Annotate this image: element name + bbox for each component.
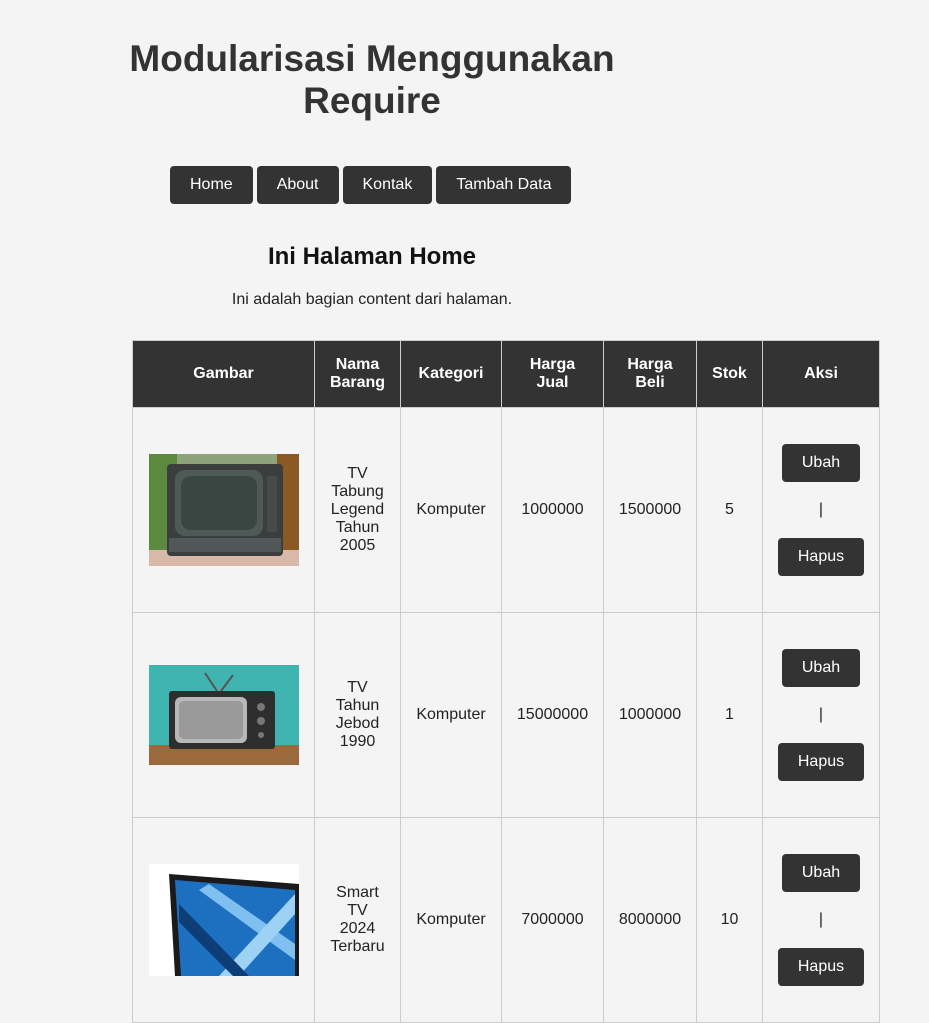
title-line-1: Modularisasi Menggunakan <box>129 38 615 79</box>
header-beli-line-1: Harga <box>627 356 673 373</box>
name-line: TV <box>347 465 368 482</box>
cell-nama-barang: TV Tahun Jebod 1990 <box>314 612 401 818</box>
name-line: Tahun <box>335 519 380 536</box>
header-gambar: Gambar <box>132 340 315 408</box>
name-line: 2024 <box>339 920 376 937</box>
name-line: Tabung <box>331 483 384 500</box>
header-jual-line-2: Jual <box>536 374 569 391</box>
header-beli-line-2: Beli <box>635 374 665 391</box>
cell-stok: 10 <box>696 817 763 1023</box>
cell-harga-jual: 1000000 <box>501 407 604 613</box>
header-nama-barang: Nama Barang <box>314 340 401 408</box>
cell-harga-jual: 15000000 <box>501 612 604 818</box>
header-kategori: Kategori <box>400 340 502 408</box>
product-table: Gambar Nama Barang Kategori Harga Jual Har… <box>132 340 880 1023</box>
crt-tv-image <box>148 454 299 566</box>
cell-kategori: Komputer <box>400 407 502 613</box>
retro-tv-image <box>148 665 299 765</box>
cell-kategori: Komputer <box>400 612 502 818</box>
nav-tambah-data-button[interactable]: Tambah Data <box>436 166 572 204</box>
header-aksi: Aksi <box>762 340 880 408</box>
ubah-button[interactable]: Ubah <box>781 444 861 482</box>
header-nama-line-1: Nama <box>335 356 380 373</box>
header-stok: Stok <box>696 340 763 408</box>
cell-harga-jual: 7000000 <box>501 817 604 1023</box>
cell-gambar <box>132 612 315 818</box>
cell-stok: 5 <box>696 407 763 613</box>
cell-harga-beli: 1000000 <box>603 612 697 818</box>
header-jual-line-1: Harga <box>529 356 576 373</box>
table-row: TV Tabung Legend Tahun 2005 Komputer 100… <box>132 407 880 613</box>
cell-aksi: Ubah | Hapus <box>762 407 880 613</box>
name-line: 1990 <box>339 733 376 750</box>
action-separator: | <box>818 706 824 723</box>
content-text: Ini adalah bagian content dari halaman. <box>231 291 513 308</box>
table-row: TV Tahun Jebod 1990 Komputer 15000000 10… <box>132 612 880 818</box>
table-row: Smart TV 2024 Terbaru Komputer 7000000 8… <box>132 817 880 1023</box>
cell-harga-beli: 8000000 <box>603 817 697 1023</box>
hapus-button[interactable]: Hapus <box>777 948 865 986</box>
header-harga-jual: Harga Jual <box>501 340 604 408</box>
nav-about-button[interactable]: About <box>256 166 339 204</box>
ubah-button[interactable]: Ubah <box>781 854 861 892</box>
header-nama-line-2: Barang <box>329 374 386 391</box>
cell-nama-barang: Smart TV 2024 Terbaru <box>314 817 401 1023</box>
ubah-button[interactable]: Ubah <box>781 649 861 687</box>
cell-kategori: Komputer <box>400 817 502 1023</box>
name-line: TV <box>347 679 368 696</box>
nav-home-button[interactable]: Home <box>170 166 253 204</box>
page-title: Modularisasi Menggunakan Require <box>122 38 622 122</box>
name-line: Jebod <box>335 715 380 732</box>
nav-kontak-button[interactable]: Kontak <box>342 166 433 204</box>
cell-harga-beli: 1500000 <box>603 407 697 613</box>
header-harga-beli: Harga Beli <box>603 340 697 408</box>
name-line: Legend <box>330 501 385 518</box>
action-separator: | <box>818 501 824 518</box>
name-line: Tahun <box>335 697 380 714</box>
cell-aksi: Ubah | Hapus <box>762 817 880 1023</box>
main-nav: Home About Kontak Tambah Data <box>170 166 572 204</box>
name-line: Smart <box>336 884 379 901</box>
table-header-row: Gambar Nama Barang Kategori Harga Jual Har… <box>132 340 880 408</box>
name-line: TV <box>347 902 368 919</box>
hapus-button[interactable]: Hapus <box>777 743 865 781</box>
content-heading: Ini Halaman Home <box>267 243 477 270</box>
action-separator: | <box>818 911 824 928</box>
name-line: 2005 <box>339 537 376 554</box>
smart-tv-image <box>148 864 299 976</box>
title-line-2: Require <box>303 80 441 121</box>
cell-aksi: Ubah | Hapus <box>762 612 880 818</box>
cell-nama-barang: TV Tabung Legend Tahun 2005 <box>314 407 401 613</box>
hapus-button[interactable]: Hapus <box>777 538 865 576</box>
cell-stok: 1 <box>696 612 763 818</box>
cell-gambar <box>132 817 315 1023</box>
name-line: Terbaru <box>330 938 385 955</box>
cell-gambar <box>132 407 315 613</box>
